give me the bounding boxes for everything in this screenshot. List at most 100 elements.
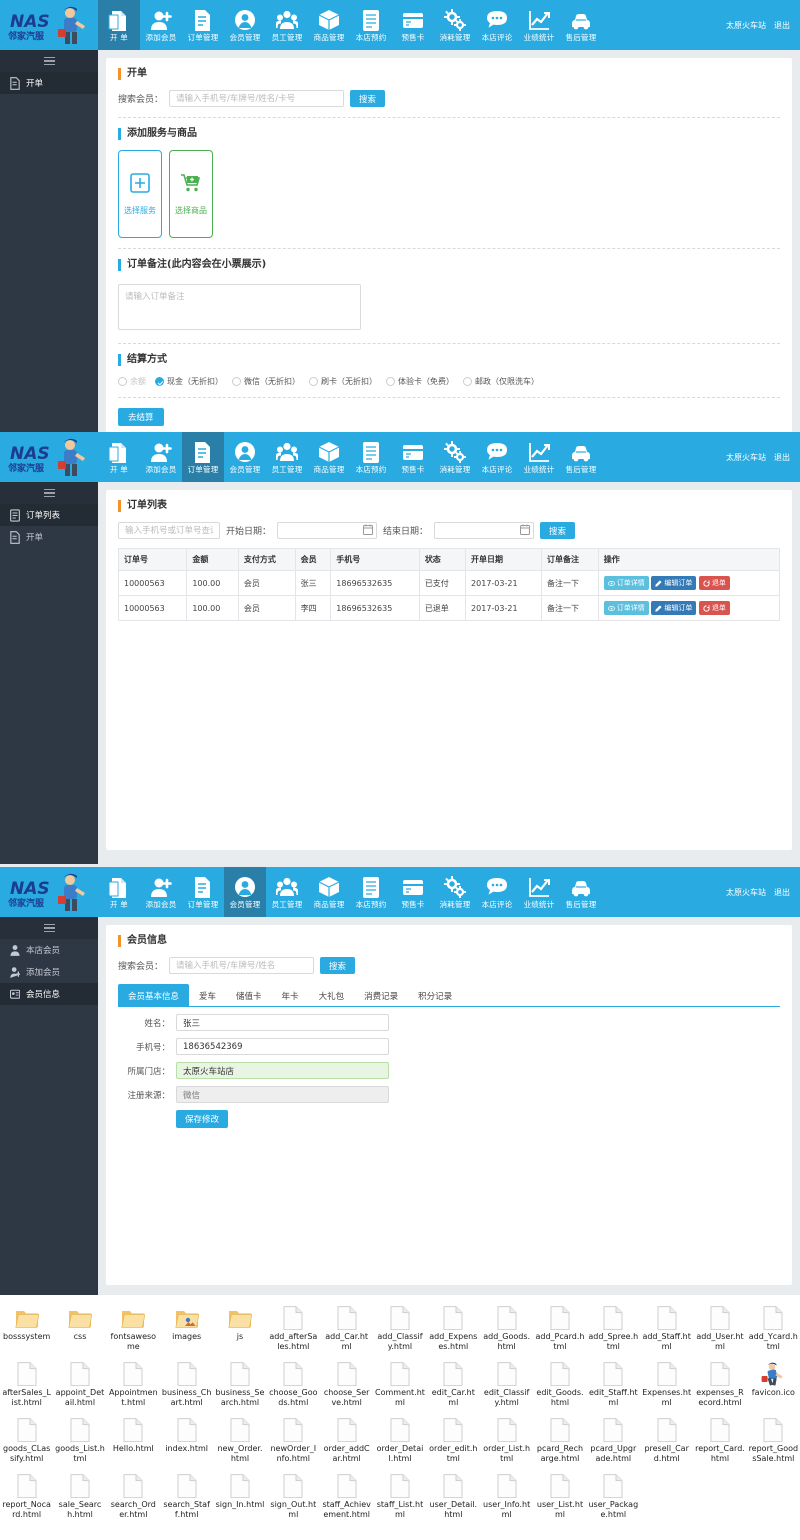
file-item[interactable]: index.html <box>160 1413 213 1467</box>
nav-item-8[interactable]: 预售卡 <box>392 0 434 50</box>
file-item[interactable]: search_Staff.html <box>160 1469 213 1523</box>
folder-item[interactable]: fontsawesome <box>107 1301 160 1355</box>
file-item[interactable]: newOrder_Info.html <box>267 1413 320 1467</box>
sidebar-item-2[interactable]: 添加会员 <box>0 961 98 983</box>
file-item[interactable]: add_Spree.html <box>587 1301 640 1355</box>
file-item[interactable]: goods_List.html <box>53 1413 106 1467</box>
member-tab-7[interactable]: 积分记录 <box>408 984 462 1007</box>
member-tab-3[interactable]: 储值卡 <box>226 984 272 1007</box>
nav-item-8[interactable]: 预售卡 <box>392 432 434 482</box>
nav-item-11[interactable]: 业绩统计 <box>518 0 560 50</box>
save-changes-button[interactable]: 保存修改 <box>176 1110 229 1128</box>
order-refund-button[interactable]: 退单 <box>698 576 730 590</box>
nav-item-7[interactable]: 本店预约 <box>350 0 392 50</box>
file-item[interactable]: Appointment.html <box>107 1357 160 1411</box>
file-item[interactable]: order_List.html <box>480 1413 533 1467</box>
sidebar-item-1[interactable]: 本店会员 <box>0 939 98 961</box>
search-input-1[interactable] <box>169 90 345 107</box>
nav-item-5[interactable]: 员工管理 <box>266 867 308 917</box>
file-item[interactable]: add_afterSales.html <box>267 1301 320 1355</box>
file-item[interactable]: edit_Classify.html <box>480 1357 533 1411</box>
file-item[interactable]: afterSales_List.html <box>0 1357 53 1411</box>
sidebar-item-1[interactable]: 开单 <box>0 72 98 94</box>
nav-item-11[interactable]: 业绩统计 <box>518 867 560 917</box>
nav-item-12[interactable]: 售后管理 <box>560 432 602 482</box>
file-item[interactable]: expenses_Record.html <box>693 1357 746 1411</box>
order-remark-textarea[interactable] <box>118 284 361 330</box>
nav-item-11[interactable]: 业绩统计 <box>518 432 560 482</box>
member-search-input[interactable] <box>169 957 315 974</box>
order-edit-button[interactable]: 编辑订单 <box>651 601 697 615</box>
nav-item-6[interactable]: 商品管理 <box>308 0 350 50</box>
calendar-icon-start[interactable] <box>363 524 374 538</box>
member-tab-6[interactable]: 消费记录 <box>354 984 408 1007</box>
end-date-input[interactable] <box>434 522 535 539</box>
sidebar-toggle-3[interactable] <box>0 917 98 939</box>
nav-item-2[interactable]: 添加会员 <box>140 0 182 50</box>
nav-item-3[interactable]: 订单管理 <box>182 867 224 917</box>
member-tab-4[interactable]: 年卡 <box>272 984 309 1007</box>
file-item[interactable]: report_GoodsSale.html <box>747 1413 800 1467</box>
nav-item-2[interactable]: 添加会员 <box>140 867 182 917</box>
file-item[interactable]: add_Expenses.html <box>427 1301 480 1355</box>
file-item[interactable]: Hello.html <box>107 1413 160 1467</box>
file-item[interactable]: edit_Staff.html <box>587 1357 640 1411</box>
form-input-4[interactable] <box>176 1086 389 1103</box>
file-item[interactable]: sign_Out.html <box>267 1469 320 1523</box>
file-item[interactable]: new_Order.html <box>213 1413 266 1467</box>
folder-item[interactable]: js <box>213 1301 266 1355</box>
order-detail-button[interactable]: 订单详情 <box>603 576 649 590</box>
form-input-3[interactable] <box>176 1062 389 1079</box>
nav-item-5[interactable]: 员工管理 <box>266 432 308 482</box>
file-item[interactable]: pcard_Upgrade.html <box>587 1413 640 1467</box>
file-item[interactable]: order_Detail.html <box>373 1413 426 1467</box>
payment-option-2[interactable]: 现金（无折扣） <box>155 376 223 387</box>
payment-option-5[interactable]: 体验卡（免费） <box>386 376 454 387</box>
file-item[interactable]: Expenses.html <box>640 1357 693 1411</box>
checkout-button[interactable]: 去结算 <box>118 408 164 426</box>
file-item[interactable]: search_Order.html <box>107 1469 160 1523</box>
file-item[interactable]: pcard_Recharge.html <box>533 1413 586 1467</box>
file-item[interactable]: add_Classify.html <box>373 1301 426 1355</box>
nav-item-10[interactable]: 本店评论 <box>476 0 518 50</box>
file-item[interactable]: user_Package.html <box>587 1469 640 1523</box>
payment-option-4[interactable]: 刷卡（无折扣） <box>309 376 377 387</box>
form-input-2[interactable] <box>176 1038 389 1055</box>
nav-item-10[interactable]: 本店评论 <box>476 432 518 482</box>
member-tab-5[interactable]: 大礼包 <box>309 984 355 1007</box>
brand-logo-2[interactable]: NAS 邻家汽服 <box>0 432 98 482</box>
nav-item-1[interactable]: 开 单 <box>98 432 140 482</box>
file-item[interactable]: staff_Achievement.html <box>320 1469 373 1523</box>
file-item[interactable]: staff_List.html <box>373 1469 426 1523</box>
folder-item[interactable]: css <box>53 1301 106 1355</box>
file-item[interactable]: choose_Goods.html <box>267 1357 320 1411</box>
order-edit-button[interactable]: 编辑订单 <box>651 576 697 590</box>
choose-service-card[interactable]: 选择服务 <box>118 150 162 238</box>
logout-link-3[interactable]: 退出 <box>774 887 790 898</box>
file-item[interactable]: add_Ycard.html <box>747 1301 800 1355</box>
nav-item-7[interactable]: 本店预约 <box>350 867 392 917</box>
nav-item-4[interactable]: 会员管理 <box>224 0 266 50</box>
sidebar-item-3[interactable]: 会员信息 <box>0 983 98 1005</box>
file-item[interactable]: sale_Search.html <box>53 1469 106 1523</box>
nav-item-4[interactable]: 会员管理 <box>224 432 266 482</box>
nav-item-12[interactable]: 售后管理 <box>560 0 602 50</box>
nav-item-9[interactable]: 消耗管理 <box>434 432 476 482</box>
nav-item-3[interactable]: 订单管理 <box>182 432 224 482</box>
file-item[interactable]: add_Pcard.html <box>533 1301 586 1355</box>
choose-goods-card[interactable]: 选择商品 <box>169 150 213 238</box>
nav-item-5[interactable]: 员工管理 <box>266 0 308 50</box>
sidebar-toggle-2[interactable] <box>0 482 98 504</box>
file-item[interactable]: order_edit.html <box>427 1413 480 1467</box>
store-name-2[interactable]: 太原火车站 <box>726 452 766 463</box>
file-item[interactable]: user_Info.html <box>480 1469 533 1523</box>
member-tab-1[interactable]: 会员基本信息 <box>118 984 190 1007</box>
nav-item-9[interactable]: 消耗管理 <box>434 867 476 917</box>
file-item[interactable]: goods_CLassify.html <box>0 1413 53 1467</box>
file-item[interactable]: order_addCar.html <box>320 1413 373 1467</box>
file-item[interactable]: user_Detail.html <box>427 1469 480 1523</box>
nav-item-10[interactable]: 本店评论 <box>476 867 518 917</box>
nav-item-8[interactable]: 预售卡 <box>392 867 434 917</box>
nav-item-3[interactable]: 订单管理 <box>182 0 224 50</box>
store-name-3[interactable]: 太原火车站 <box>726 887 766 898</box>
